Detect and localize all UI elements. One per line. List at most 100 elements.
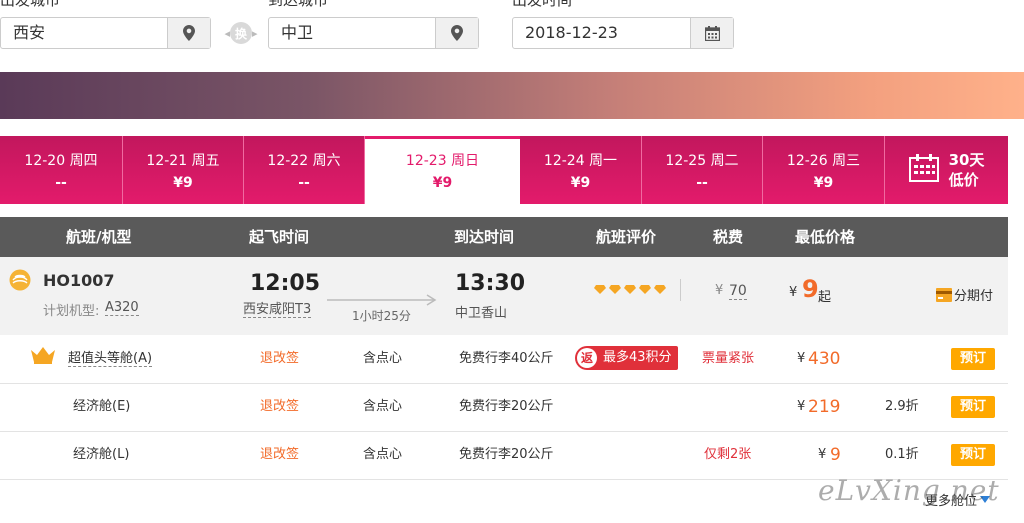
promo-banner — [0, 72, 1024, 119]
flight-row: HO1007 计划机型: A320 12:05 西安咸阳T3 1小时25分 13… — [0, 257, 1008, 335]
price-suffix: 起 — [818, 290, 832, 305]
meal-info: 含点心 — [363, 399, 403, 414]
more-cabins-link[interactable]: 更多舱位 — [925, 490, 991, 509]
date-tab-date: 12-21 周五 — [146, 153, 220, 169]
date-tab-price: -- — [298, 175, 310, 191]
refund-change-link[interactable]: 退改签 — [260, 431, 299, 479]
depart-date-value: 2018-12-23 — [525, 23, 618, 42]
discount: 2.9折 — [885, 399, 919, 414]
cabin-name: 经济舱(L) — [73, 447, 130, 462]
baggage-info: 免费行李40公斤 — [459, 351, 554, 366]
refund-change-link[interactable]: 退改签 — [260, 335, 299, 383]
baggage-info: 免费行李20公斤 — [459, 399, 554, 414]
airline-logo-icon — [9, 269, 31, 295]
depart-date-field[interactable]: 2018-12-23 — [512, 17, 734, 49]
cabin-price-symbol: ¥ — [797, 351, 806, 366]
meal-info: 含点心 — [363, 351, 403, 366]
diamond-icon — [654, 285, 666, 294]
date-tab-date: 12-25 周二 — [665, 153, 739, 169]
book-button[interactable]: 预订 — [951, 348, 995, 370]
arrive-airport: 中卫香山 — [455, 306, 508, 321]
header-rating: 航班评价 — [596, 228, 657, 246]
date-tab-date: 12-26 周三 — [786, 153, 861, 169]
from-city-field[interactable]: 西安 — [0, 17, 211, 49]
cabin-row: 超值头等舱(A) 退改签 含点心 免费行李40公斤 返 最多43积分 票量紧张 … — [0, 335, 1008, 384]
date-tab-12-20[interactable]: 12-20 周四 -- — [0, 136, 123, 204]
to-city-value: 中卫 — [281, 23, 314, 42]
low-price-calendar-button[interactable]: 30天 低价 — [885, 136, 1008, 204]
cabin-row: 经济舱(L) 退改签 含点心 免费行李20公斤 仅剩2张 ¥ 9 0.1折 预订 — [0, 431, 1008, 480]
table-header: 航班/机型 起飞时间 到达时间 航班评价 税费 最低价格 — [0, 217, 1008, 257]
date-tab-date: 12-23 周日 — [405, 153, 480, 169]
date-tab-date: 12-24 周一 — [543, 153, 618, 169]
date-tab-12-23[interactable]: 12-23 周日 ¥9 — [365, 136, 520, 204]
caret-down-icon — [980, 496, 991, 503]
discount: 0.1折 — [885, 447, 919, 462]
date-tab-price: -- — [696, 175, 708, 191]
cabin-price: 219 — [808, 397, 841, 417]
swap-cities-button[interactable]: ◂ 换 ▸ — [216, 20, 266, 46]
calendar-text: 30天 低价 — [948, 151, 985, 189]
cabin-name[interactable]: 超值头等舱(A) — [68, 335, 153, 383]
calendar-icon[interactable] — [690, 18, 733, 48]
diamond-icon — [639, 285, 651, 294]
cabin-price: 430 — [808, 349, 841, 369]
divider — [680, 279, 681, 301]
aircraft-model-label: 计划机型: — [43, 304, 100, 319]
header-tax: 税费 — [713, 228, 744, 246]
swap-icon: 换 — [230, 22, 252, 44]
arrow-right-icon: ▸ — [252, 26, 258, 40]
calendar-icon — [908, 154, 939, 186]
date-tab-12-25[interactable]: 12-25 周二 -- — [642, 136, 763, 204]
date-tabs: 12-20 周四 -- 12-21 周五 ¥9 12-22 周六 -- 12-2… — [0, 136, 1008, 204]
date-tab-date: 12-20 周四 — [24, 153, 98, 169]
book-button[interactable]: 预订 — [951, 444, 995, 466]
installment-button[interactable]: 分期付 — [936, 285, 993, 304]
header-flight: 航班/机型 — [66, 228, 132, 246]
date-tab-price: ¥9 — [570, 175, 591, 191]
header-depart: 起飞时间 — [249, 228, 310, 246]
to-city-field[interactable]: 中卫 — [268, 17, 479, 49]
flight-number: HO1007 — [43, 271, 115, 290]
date-tab-price: ¥9 — [432, 175, 453, 191]
arrive-time: 13:30 — [455, 271, 526, 296]
location-pin-icon[interactable] — [167, 18, 210, 48]
ticket-status: 仅剩2张 — [704, 447, 752, 462]
date-tab-12-21[interactable]: 12-21 周五 ¥9 — [123, 136, 244, 204]
to-city-label: 到达城市 — [268, 0, 328, 8]
crown-icon — [30, 346, 56, 370]
diamond-icon — [594, 285, 606, 294]
cabin-price: 9 — [830, 445, 841, 465]
depart-airport[interactable]: 西安咸阳T3 — [243, 302, 312, 318]
meal-info: 含点心 — [363, 447, 403, 462]
cabin-name: 经济舱(E) — [73, 399, 131, 414]
points-promo-badge: 返 最多43积分 — [575, 346, 678, 370]
header-arrive: 到达时间 — [454, 228, 515, 246]
cabin-price-symbol: ¥ — [797, 399, 806, 414]
aircraft-model[interactable]: A320 — [105, 300, 139, 316]
date-tab-date: 12-22 周六 — [267, 153, 341, 169]
cabin-row: 经济舱(E) 退改签 含点心 免费行李20公斤 ¥ 219 2.9折 预订 — [0, 383, 1008, 432]
location-pin-icon[interactable] — [435, 18, 478, 48]
rating-stars[interactable] — [594, 285, 666, 294]
from-city-value: 西安 — [13, 23, 46, 42]
date-tab-12-22[interactable]: 12-22 周六 -- — [244, 136, 365, 204]
diamond-icon — [609, 285, 621, 294]
diamond-icon — [624, 285, 636, 294]
tax-symbol: ¥ — [715, 283, 724, 298]
ticket-status: 票量紧张 — [702, 351, 755, 366]
flight-duration: 1小时25分 — [352, 309, 411, 323]
date-tab-12-26[interactable]: 12-26 周三 ¥9 — [763, 136, 885, 204]
depart-date-label: 出发时间 — [512, 0, 572, 8]
from-city-label: 出发城市 — [0, 0, 60, 8]
date-tab-12-24[interactable]: 12-24 周一 ¥9 — [520, 136, 642, 204]
date-tab-price: ¥9 — [813, 175, 834, 191]
date-tab-price: ¥9 — [173, 175, 193, 191]
tax-value[interactable]: 70 — [729, 283, 747, 300]
book-button[interactable]: 预订 — [951, 396, 995, 418]
depart-time: 12:05 — [250, 271, 321, 296]
date-tab-price: -- — [55, 175, 67, 191]
baggage-info: 免费行李20公斤 — [459, 447, 554, 462]
lowest-price: 9 — [802, 275, 819, 303]
refund-change-link[interactable]: 退改签 — [260, 383, 299, 431]
